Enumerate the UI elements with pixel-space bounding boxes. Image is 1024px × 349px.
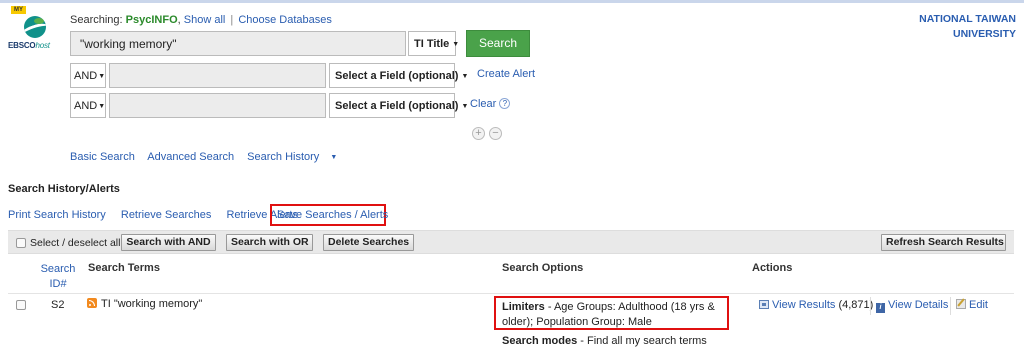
column-search-terms: Search Terms [88,262,160,274]
search-button[interactable]: Search [466,30,530,57]
rss-icon[interactable] [87,298,97,308]
save-searches-highlight: Save Searches / Alerts [270,204,388,226]
clear-area: Clear? [470,98,511,110]
column-actions: Actions [752,262,793,274]
chevron-down-icon: ▼ [330,154,338,161]
search-modes-label: Search modes [502,335,578,347]
show-all-link[interactable]: Show all [184,14,226,26]
print-history-link[interactable]: Print Search History [8,209,106,221]
column-search-options: Search Options [502,262,584,274]
view-results-icon[interactable] [759,300,769,309]
top-border [0,0,1024,3]
separator: | [230,14,234,26]
search-modes: Search modes - Find all my search terms [502,335,707,347]
chevron-down-icon: ▼ [461,73,469,80]
column-search-id[interactable]: Search ID# [36,262,80,292]
create-alert-link[interactable]: Create Alert [477,68,535,80]
institution-name[interactable]: NATIONAL TAIWAN UNIVERSITY [876,12,1016,42]
search-input-3[interactable] [109,93,326,118]
search-history-title: Search History/Alerts [8,183,120,195]
view-details-action: i View Details [876,299,948,313]
action-divider [870,297,871,315]
chevron-down-icon: ▼ [452,41,460,48]
view-results-action: View Results (4,871) [759,299,873,311]
row-checkbox[interactable] [16,300,26,310]
search-input-1[interactable]: "working memory" [70,31,406,56]
field-select-2[interactable]: Select a Field (optional) ▼ [329,63,468,88]
search-with-or-button[interactable]: Search with OR [226,234,313,251]
info-icon[interactable]: i [876,303,885,313]
searching-line: Searching: PsycINFO, Show all | Choose D… [70,14,332,26]
chevron-down-icon: ▼ [98,103,106,110]
choose-databases-link[interactable]: Choose Databases [238,14,332,26]
search-history-link[interactable]: Search History ▼ [247,151,337,163]
edit-icon[interactable] [956,299,966,309]
retrieve-searches-link[interactable]: Retrieve Searches [121,209,212,221]
action-divider [950,297,951,315]
ebscohost-logo[interactable]: MY EBSCOhost [8,6,64,52]
database-name: PsycINFO [125,14,178,26]
select-all-label[interactable]: Select / deselect all [30,237,120,249]
chevron-down-icon: ▼ [461,103,469,110]
history-toolbar: Select / deselect all Search with AND Se… [8,230,1014,254]
operator-select-3[interactable]: AND▼ [70,93,106,118]
view-results-link[interactable]: View Results [772,299,835,311]
search-input-2[interactable] [109,63,326,88]
search-modes-text: - Find all my search terms [577,335,707,347]
results-count: (4,871) [838,299,874,311]
search-nav: Basic Search Advanced Search Search Hist… [70,151,347,163]
brand-text: EBSCOhost [8,41,50,50]
remove-row-icon[interactable]: − [489,127,502,140]
limiters-highlight: Limiters - Age Groups: Adulthood (18 yrs… [494,296,729,330]
help-icon[interactable]: ? [499,98,511,109]
searching-label: Searching: [70,14,123,26]
advanced-search-link[interactable]: Advanced Search [147,151,234,163]
history-links: Print Search History Retrieve Searches R… [8,209,310,221]
row-divider [8,293,1014,294]
field-select-3[interactable]: Select a Field (optional) ▼ [329,93,468,118]
save-searches-link[interactable]: Save Searches / Alerts [277,209,388,221]
clear-link[interactable]: Clear [470,98,496,110]
edit-action: Edit [956,299,988,311]
search-with-and-button[interactable]: Search with AND [121,234,216,251]
view-details-link[interactable]: View Details [888,299,948,311]
refresh-results-button[interactable]: Refresh Search Results [881,234,1006,251]
chevron-down-icon: ▼ [98,73,106,80]
operator-select-2[interactable]: AND▼ [70,63,106,88]
add-row-icon[interactable]: + [472,127,485,140]
my-badge: MY [11,6,26,14]
row-search-terms: TI "working memory" [101,298,203,310]
delete-searches-button[interactable]: Delete Searches [323,234,414,251]
globe-icon [24,16,46,38]
edit-link[interactable]: Edit [969,299,988,311]
row-search-id: S2 [51,299,65,311]
limiters-label: Limiters [502,301,545,313]
select-all-checkbox[interactable] [16,238,26,248]
basic-search-link[interactable]: Basic Search [70,151,135,163]
field-select-1[interactable]: TI Title ▼ [408,31,460,56]
